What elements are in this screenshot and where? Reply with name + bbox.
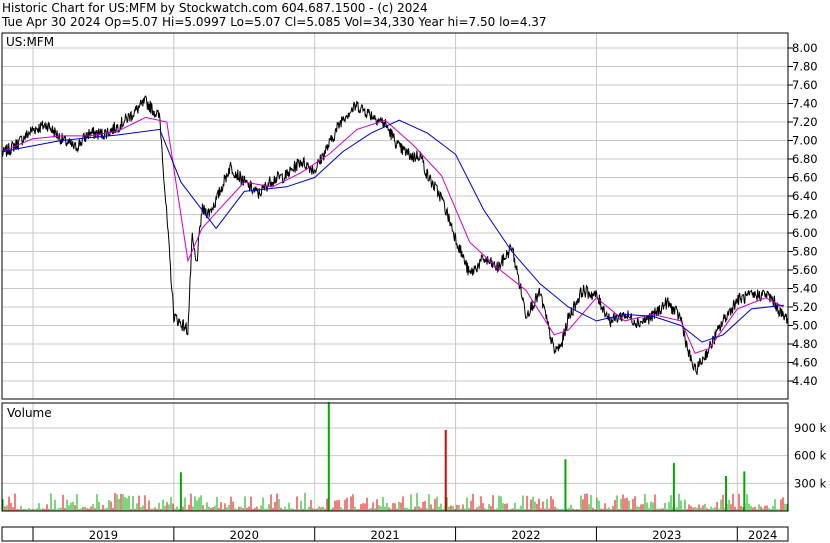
- year-axis: 2019 2020 2021 2022 2023 2024: [32, 527, 777, 542]
- price-grid: [2, 33, 788, 399]
- price-tick-label: 5.00: [792, 319, 818, 333]
- volume-y-ticks: 900 k 600 k 300 k: [794, 421, 827, 490]
- volume-tick-label: 300 k: [794, 476, 827, 490]
- volume-panel-frame: [1, 402, 789, 512]
- year-label: 2021: [370, 528, 399, 542]
- volume-bars: [2, 402, 788, 511]
- volume-tick-label: 600 k: [794, 449, 827, 463]
- price-tick-label: 5.40: [792, 282, 818, 296]
- price-y-ticks: 8.00 7.80 7.60 7.40 7.20 7.00 6.80 6.60 6.40 6.20…: [788, 41, 818, 388]
- year-label: 2022: [511, 528, 540, 542]
- price-panel-title: US:MFM: [6, 35, 54, 49]
- year-label: 2020: [230, 528, 259, 542]
- volume-panel-title: Volume: [7, 406, 52, 420]
- price-tick-label: 4.40: [792, 374, 818, 388]
- year-label: 2019: [89, 528, 118, 542]
- stock-chart: US:MFM Volume 8.00 7.80 7.60 7.40 7.20 7.00 6.…: [1, 32, 827, 542]
- price-series-line: [1, 95, 789, 375]
- price-tick-label: 4.80: [792, 337, 818, 351]
- year-label: 2023: [652, 528, 681, 542]
- price-tick-label: 6.40: [792, 189, 818, 203]
- price-tick-label: 6.20: [792, 208, 818, 222]
- short-moving-average-line: [1, 116, 785, 354]
- price-tick-label: 6.00: [792, 226, 818, 240]
- volume-tick-label: 900 k: [794, 421, 827, 435]
- price-tick-label: 7.80: [792, 60, 818, 74]
- volume-grid: [2, 403, 788, 511]
- price-tick-label: 5.80: [792, 245, 818, 259]
- price-tick-label: 7.60: [792, 78, 818, 92]
- price-tick-label: 5.60: [792, 263, 818, 277]
- price-lines: [1, 95, 789, 375]
- price-tick-label: 7.00: [792, 134, 818, 148]
- price-tick-label: 4.60: [792, 356, 818, 370]
- price-tick-label: 7.40: [792, 97, 818, 111]
- year-label: 2024: [748, 528, 777, 542]
- price-tick-label: 7.20: [792, 115, 818, 129]
- price-tick-label: 6.80: [792, 152, 818, 166]
- price-tick-label: 5.20: [792, 300, 818, 314]
- price-tick-label: 6.60: [792, 171, 818, 185]
- price-tick-label: 8.00: [792, 41, 818, 55]
